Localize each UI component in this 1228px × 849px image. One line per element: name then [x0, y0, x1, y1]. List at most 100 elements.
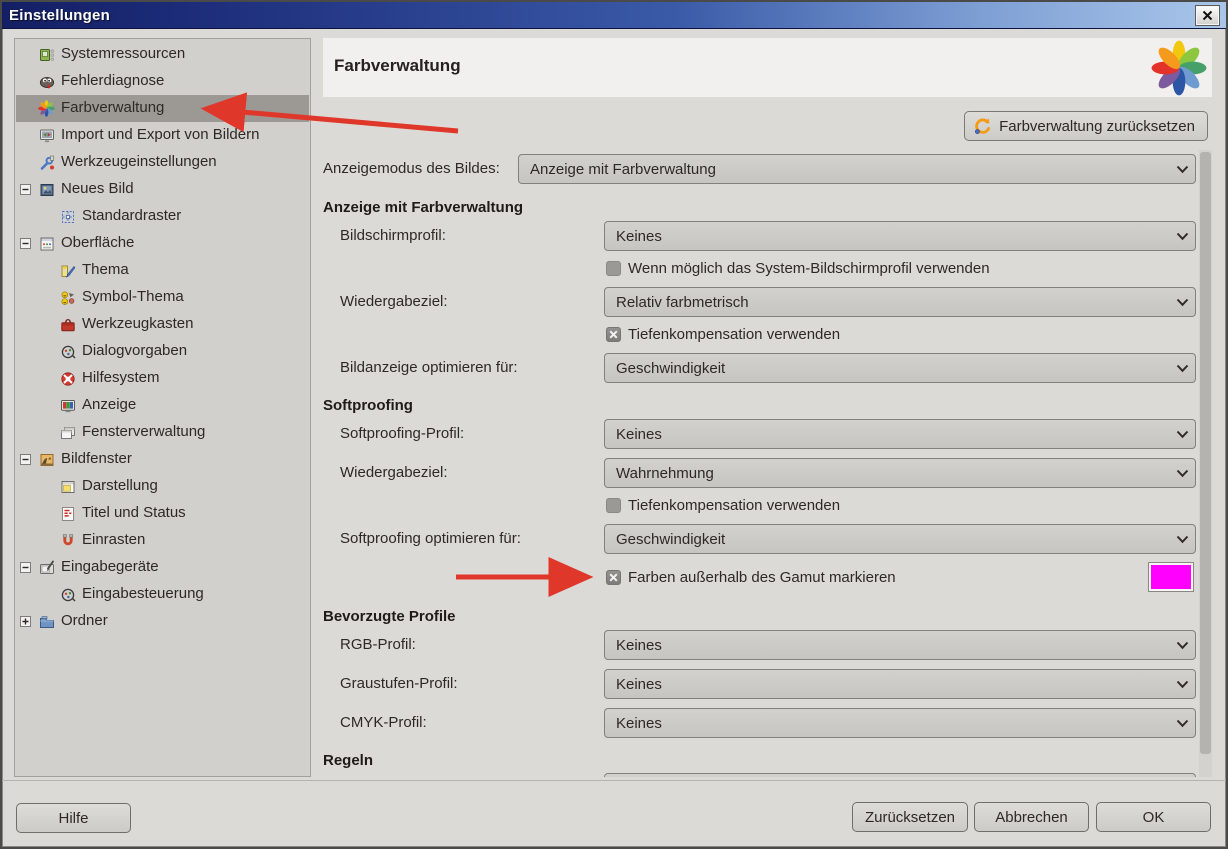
unchecked-checkbox[interactable]: [606, 498, 621, 513]
checkbox-row-wenn-moglich-das-system-bildschirmprofil-verwenden[interactable]: Wenn möglich das System-Bildschirmprofil…: [606, 260, 990, 277]
checkbox-label: Tiefenkompensation verwenden: [628, 326, 841, 343]
sidebar-item-thema[interactable]: Thema: [16, 257, 309, 284]
window-management-icon: [59, 424, 76, 441]
folders-icon: [38, 613, 55, 630]
reset-icon: [973, 117, 992, 136]
sidebar-item-hilfesystem[interactable]: Hilfesystem: [16, 365, 309, 392]
dropdown-graustufen-profil[interactable]: Keines: [604, 669, 1196, 699]
dropdown-rgb-profil[interactable]: Keines: [604, 630, 1196, 660]
sidebar-item-anzeige[interactable]: Anzeige: [16, 392, 309, 419]
field-label-cmyk-profil: CMYK-Profil:: [340, 714, 427, 731]
sidebar-item-darstellung[interactable]: Darstellung: [16, 473, 309, 500]
chevron-down-icon: [1169, 232, 1195, 241]
dropdown-bildanzeige-optimieren-fur[interactable]: Geschwindigkeit: [604, 353, 1196, 383]
checked-checkbox[interactable]: [606, 327, 621, 342]
gamut-warning-color-button[interactable]: [1148, 562, 1194, 592]
dropdown-wiedergabeziel[interactable]: Wahrnehmung: [604, 458, 1196, 488]
scrollbar-thumb[interactable]: [1200, 152, 1211, 754]
collapse-icon[interactable]: [20, 184, 31, 195]
close-button[interactable]: [1195, 5, 1220, 26]
sidebar-item-standardraster[interactable]: Standardraster: [16, 203, 309, 230]
display-monitor-icon: [59, 397, 76, 414]
tool-options-icon: [38, 154, 55, 171]
sidebar-item-label: Symbol-Thema: [82, 288, 184, 305]
checkbox-row-farben-ausserhalb-des-gamut-markieren[interactable]: Farben außerhalb des Gamut markieren: [606, 569, 896, 586]
sidebar-item-import-und-export-von-bildern[interactable]: Import und Export von Bildern: [16, 122, 309, 149]
collapse-icon[interactable]: [20, 238, 31, 249]
content-pane: Farbverwaltung Farbverwaltung zurücksetz…: [323, 38, 1212, 777]
dropdown-value: Keines: [616, 425, 662, 443]
sidebar-item-label: Import und Export von Bildern: [61, 126, 260, 143]
reset-color-management-button[interactable]: Farbverwaltung zurücksetzen: [964, 111, 1208, 141]
chevron-down-icon: [1169, 469, 1195, 478]
sidebar-item-fehlerdiagnose[interactable]: Fehlerdiagnose: [16, 68, 309, 95]
dropdown-value: Anzeige mit Farbverwaltung: [530, 160, 716, 178]
checkbox-label: Tiefenkompensation verwenden: [628, 497, 841, 514]
cancel-button[interactable]: Abbrechen: [974, 802, 1089, 832]
sidebar-item-oberflache[interactable]: Oberfläche: [16, 230, 309, 257]
dropdown-softproofing-optimieren-fur[interactable]: Geschwindigkeit: [604, 524, 1196, 554]
input-controllers-icon: [59, 586, 76, 603]
sidebar-item-farbverwaltung[interactable]: Farbverwaltung: [16, 95, 309, 122]
sidebar-item-ordner[interactable]: Ordner: [16, 608, 309, 635]
dialog-defaults-icon: [59, 343, 76, 360]
sidebar-item-label: Anzeige: [82, 396, 137, 413]
sidebar-item-neues-bild[interactable]: Neues Bild: [16, 176, 309, 203]
sidebar-item-werkzeugeinstellungen[interactable]: Werkzeugeinstellungen: [16, 149, 309, 176]
theme-palette-icon: [59, 262, 76, 279]
chevron-down-icon: [1169, 364, 1195, 373]
checkbox-row-tiefenkompensation-verwenden[interactable]: Tiefenkompensation verwenden: [606, 497, 840, 514]
help-lifebuoy-icon: [59, 370, 76, 387]
dropdown-value: Keines: [616, 675, 662, 693]
dropdown-wiedergabeziel[interactable]: Relativ farbmetrisch: [604, 287, 1196, 317]
help-button-label: Hilfe: [58, 809, 89, 827]
checkbox-label: Farben außerhalb des Gamut markieren: [628, 569, 896, 586]
sidebar-item-label: Fehlerdiagnose: [61, 72, 165, 89]
chevron-down-icon: [1169, 535, 1195, 544]
ok-button[interactable]: OK: [1096, 802, 1211, 832]
sidebar-item-label: Bildfenster: [61, 450, 132, 467]
titlebar[interactable]: Einstellungen: [2, 2, 1226, 29]
sidebar-item-dialogvorgaben[interactable]: Dialogvorgaben: [16, 338, 309, 365]
page-title: Farbverwaltung: [334, 56, 461, 75]
checkbox-label: Wenn möglich das System-Bildschirmprofil…: [628, 260, 990, 277]
checkbox-row-tiefenkompensation-verwenden[interactable]: Tiefenkompensation verwenden: [606, 326, 840, 343]
sidebar-item-label: Einrasten: [82, 531, 146, 548]
sidebar-item-titel-und-status[interactable]: Titel und Status: [16, 500, 309, 527]
sidebar-item-fensterverwaltung[interactable]: Fensterverwaltung: [16, 419, 309, 446]
grid-icon: [59, 208, 76, 225]
sidebar-item-symbol-thema[interactable]: Symbol-Thema: [16, 284, 309, 311]
sidebar-item-werkzeugkasten[interactable]: Werkzeugkasten: [16, 311, 309, 338]
dropdown-softproofing-profil[interactable]: Keines: [604, 419, 1196, 449]
reset-button-label: Zurücksetzen: [864, 808, 956, 826]
unchecked-checkbox[interactable]: [606, 261, 621, 276]
collapse-icon[interactable]: [20, 562, 31, 573]
help-button[interactable]: Hilfe: [16, 803, 131, 833]
sidebar-item-label: Fensterverwaltung: [82, 423, 206, 440]
collapse-icon[interactable]: [20, 454, 31, 465]
dropdown-bildschirmprofil[interactable]: Keines: [604, 221, 1196, 251]
reset-button[interactable]: Zurücksetzen: [852, 802, 968, 832]
dropdown-value: Keines: [616, 227, 662, 245]
dropdown-anzeigemodus-des-bildes[interactable]: Anzeige mit Farbverwaltung: [518, 154, 1196, 184]
vertical-scrollbar[interactable]: [1199, 150, 1212, 777]
field-label-softproofing-optimieren-fur: Softproofing optimieren für:: [340, 530, 521, 547]
dropdown-regeln-partial[interactable]: [604, 773, 1196, 777]
sidebar-item-eingabegerate[interactable]: Eingabegeräte: [16, 554, 309, 581]
chevron-down-icon: [1169, 680, 1195, 689]
page-header: Farbverwaltung: [323, 38, 1212, 97]
color-management-icon: [1151, 40, 1207, 96]
reset-button-label: Farbverwaltung zurücksetzen: [999, 117, 1195, 135]
field-label-anzeigemodus-des-bildes: Anzeigemodus des Bildes:: [323, 160, 500, 177]
dropdown-value: Relativ farbmetrisch: [616, 293, 749, 311]
ok-button-label: OK: [1142, 808, 1165, 826]
sidebar-item-bildfenster[interactable]: Bildfenster: [16, 446, 309, 473]
sidebar-item-eingabesteuerung[interactable]: Eingabesteuerung: [16, 581, 309, 608]
dropdown-cmyk-profil[interactable]: Keines: [604, 708, 1196, 738]
sidebar-item-label: Eingabegeräte: [61, 558, 159, 575]
sidebar-item-systemressourcen[interactable]: Systemressourcen: [16, 41, 309, 68]
expand-icon[interactable]: [20, 616, 31, 627]
checked-checkbox[interactable]: [606, 570, 621, 585]
appearance-window-icon: [59, 478, 76, 495]
sidebar-item-einrasten[interactable]: Einrasten: [16, 527, 309, 554]
